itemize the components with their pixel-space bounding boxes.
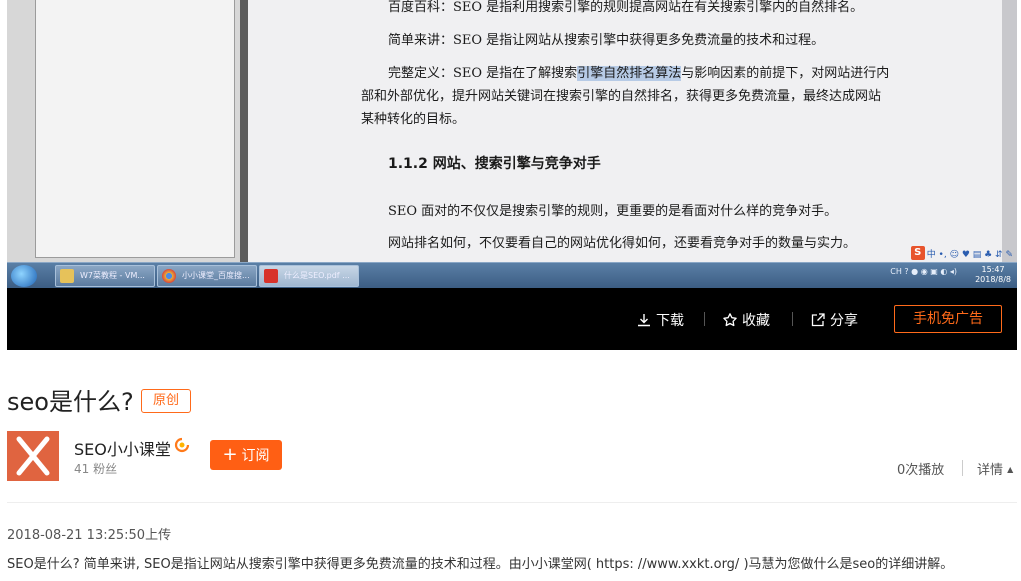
taskbar-item-browser: 小小课堂_百度搜...	[157, 265, 257, 287]
taskbar-item-vm: W7菜教程 - VM...	[55, 265, 155, 287]
mobile-ad-free-button[interactable]: 手机免广告	[894, 305, 1002, 333]
divider	[7, 502, 1017, 503]
video-description: SEO是什么? 简单来讲, SEO是指让网站从搜索引擎中获得更多免费流量的技术和…	[7, 557, 954, 572]
share-icon	[811, 313, 825, 327]
sogou-icon: S	[910, 246, 925, 260]
ime-toolbar: S 中 •, ☺ ♥ ▤ ♣ ⇵ ✎	[910, 246, 1013, 260]
uploader-name[interactable]: SEO小小课堂	[74, 436, 171, 460]
video-player[interactable]: 百度百科：SEO 是指利用搜索引擎的规则提高网站在有关搜索引擎内的自然排名。 简…	[7, 0, 1017, 350]
original-badge: 原创	[141, 389, 191, 413]
video-control-bar: 下载 收藏 分享 手机免广告	[7, 288, 1017, 350]
doc-line: SEO 面对的不仅仅是搜索引擎的规则，更重要的是看面对什么样的竞争对手。	[388, 204, 838, 219]
pdf-scrollbar	[1002, 0, 1017, 262]
detail-toggle[interactable]: 详情 ▲	[977, 459, 1013, 478]
upload-time: 2018-08-21 13:25:50上传	[7, 528, 172, 543]
plus-icon: +	[222, 444, 238, 465]
system-tray: CH ? ● ◉ ▣ ◐ ◂)	[890, 267, 957, 276]
windows-start-icon	[11, 265, 37, 287]
taskbar-clock: 15:47 2018/8/8	[975, 265, 1011, 284]
doc-line: 简单来讲：SEO 是指让网站从搜索引擎中获得更多免费流量的技术和过程。	[388, 33, 825, 48]
windows-taskbar: W7菜教程 - VM... 小小课堂_百度搜... 什么是SEO.pdf ...…	[7, 262, 1017, 288]
download-icon	[638, 314, 650, 327]
divider	[704, 312, 705, 326]
divider	[792, 312, 793, 326]
doc-heading: 1.1.2 网站、搜索引擎与竞争对手	[388, 156, 601, 172]
taskbar-item-pdf: 什么是SEO.pdf ...	[259, 265, 359, 287]
doc-line: 完整定义：SEO 是指在了解搜索引擎自然排名算法与影响因素的前提下，对网站进行内	[388, 66, 890, 81]
caret-up-icon: ▲	[1007, 465, 1014, 474]
star-icon	[723, 313, 737, 327]
avatar-x-icon	[16, 436, 50, 476]
download-button[interactable]: 下载	[636, 310, 684, 330]
pdf-gutter	[240, 0, 248, 262]
doc-highlight: 引擎自然排名算法	[577, 66, 682, 81]
vm-icon	[60, 269, 74, 283]
video-title: seo是什么?	[7, 388, 134, 416]
subscribe-button[interactable]: + 订阅	[210, 440, 282, 470]
favorite-button[interactable]: 收藏	[722, 310, 770, 330]
divider	[962, 460, 963, 476]
chrome-icon	[162, 269, 176, 283]
pdf-icon	[264, 269, 278, 283]
doc-line: 百度百科：SEO 是指利用搜索引擎的规则提高网站在有关搜索引擎内的自然排名。	[388, 0, 864, 15]
share-button[interactable]: 分享	[810, 310, 858, 330]
fans-count: 41 粉丝	[74, 462, 118, 476]
pdf-sidebar-panel	[35, 0, 235, 258]
pdf-sidebar	[7, 0, 240, 262]
doc-line: 网站排名如何，不仅要看自己的网站优化得如何，还要看竞争对手的数量与实力。	[388, 236, 857, 251]
doc-line: 某种转化的目标。	[361, 112, 466, 127]
play-count: 0次播放	[897, 463, 945, 478]
ime-status: 中 •, ☺ ♥ ▤ ♣ ⇵ ✎	[926, 249, 1013, 260]
doc-line: 部和外部优化，提升网站关键词在搜索引擎的自然排名，获得更多免费流量，最终达成网站	[361, 89, 882, 104]
pdf-page: 百度百科：SEO 是指利用搜索引擎的规则提高网站在有关搜索引擎内的自然排名。 简…	[248, 0, 1002, 262]
avatar[interactable]	[7, 431, 59, 481]
video-frame[interactable]: 百度百科：SEO 是指利用搜索引擎的规则提高网站在有关搜索引擎内的自然排名。 简…	[7, 0, 1017, 288]
verified-icon	[174, 437, 190, 453]
